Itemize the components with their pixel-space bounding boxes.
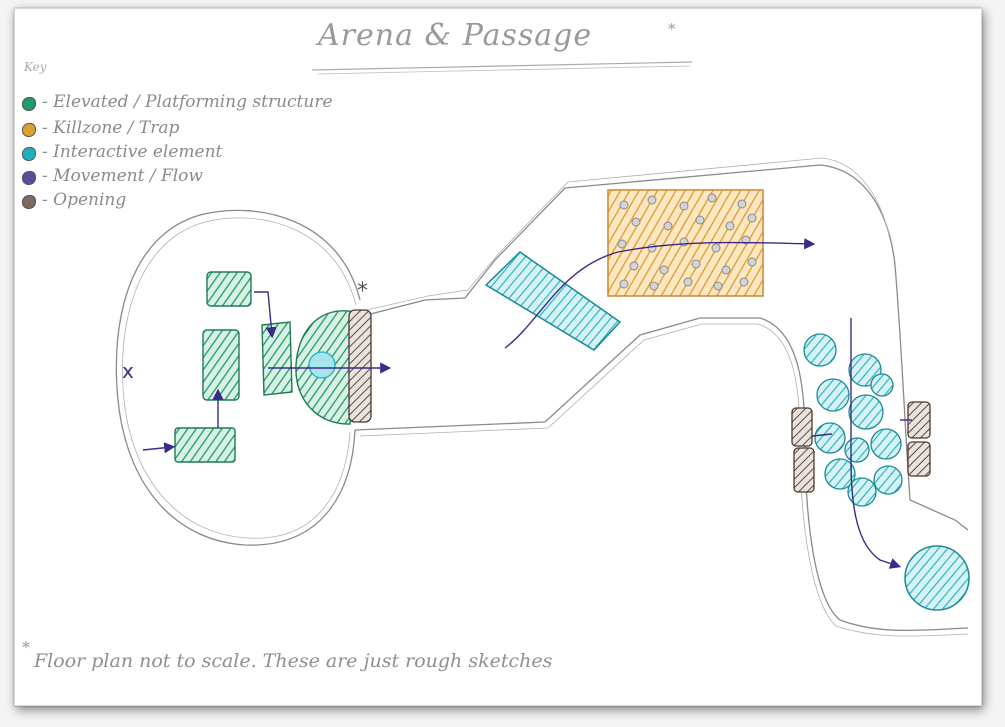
flow-arrow bbox=[142, 442, 176, 454]
interactive-elements bbox=[308, 251, 970, 611]
opening-left-upper bbox=[791, 407, 813, 447]
interactive-circle bbox=[308, 351, 336, 379]
title-underline bbox=[317, 65, 691, 75]
opening-asterisk: * bbox=[357, 279, 368, 304]
elevated-platform bbox=[206, 271, 252, 307]
interactive-end-circle bbox=[904, 545, 970, 611]
interactive-cluster bbox=[803, 333, 903, 507]
footnote-asterisk: * bbox=[22, 638, 30, 657]
arena-cross-mark: x bbox=[122, 359, 134, 383]
interactive-panel bbox=[484, 251, 622, 351]
elevated-platform bbox=[174, 427, 236, 463]
opening-left-lower bbox=[793, 447, 815, 493]
title-underline bbox=[311, 61, 693, 71]
floor-plan-sketch: x * bbox=[115, 61, 970, 637]
elevated-platform bbox=[202, 329, 240, 401]
opening-arena-exit bbox=[348, 309, 372, 423]
footnote-text: Floor plan not to scale. These are just … bbox=[34, 650, 553, 672]
elevated-platform bbox=[261, 321, 293, 396]
opening-right-lower bbox=[907, 441, 931, 477]
